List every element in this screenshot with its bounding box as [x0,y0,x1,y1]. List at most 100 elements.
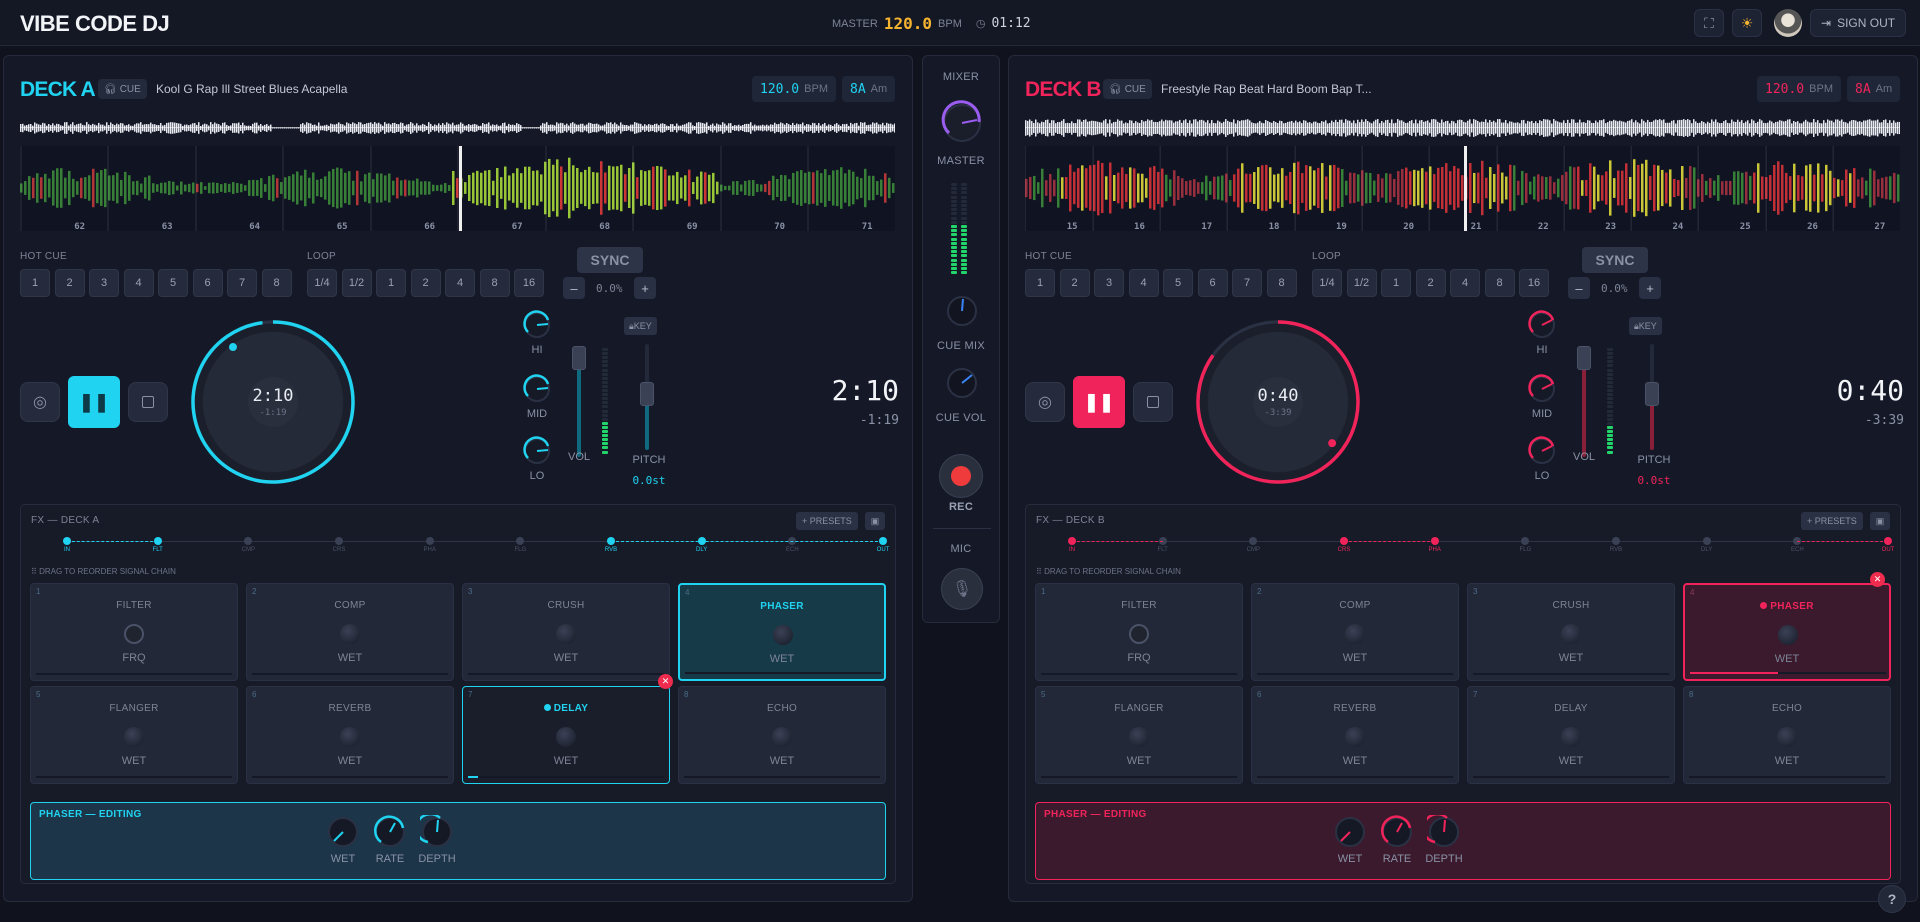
cue-vol-knob[interactable] [945,366,979,400]
deckA-fx-echo[interactable]: 8 ECHO WET [678,686,886,784]
deckA-fx-knob[interactable] [124,624,144,644]
deckA-main-waveform[interactable] [20,146,895,231]
deckA-fx-knob[interactable] [773,625,793,645]
deckB-hot-cue-4[interactable]: 4 [1128,269,1159,297]
sign-out-button[interactable]: ⇥ SIGN OUT [1810,9,1907,37]
master-knob[interactable] [939,100,985,146]
deckB-chain-node-rvb[interactable] [1612,537,1620,545]
deckB-fx-knob[interactable] [1561,727,1581,747]
deckA-volume-fader[interactable] [572,346,586,370]
deckB-fx-knob[interactable] [1777,727,1797,747]
deckB-fx-reverb[interactable]: 6 REVERB WET [1251,686,1459,784]
deckB-hot-cue-3[interactable]: 3 [1094,269,1124,297]
deckB-sync-button[interactable]: SYNC [1582,247,1648,273]
deckB-hot-cue-2[interactable]: 2 [1059,269,1090,297]
deckB-presets-button[interactable]: + PRESETS [1801,512,1863,530]
deckB-pitch-plus-button[interactable]: + [1639,277,1661,299]
deckA-hot-cue-1[interactable]: 1 [20,269,50,297]
deckB-pitch-minus-button[interactable]: – [1568,277,1590,299]
deckB-eq-mid-knob[interactable] [1527,374,1557,404]
deckB-chain-node-flg[interactable] [1521,537,1530,545]
deckB-fx-delay[interactable]: 7 DELAY WET [1467,686,1675,784]
deckA-presets-button[interactable]: + PRESETS [796,512,858,530]
deckB-fx-crush[interactable]: 3 CRUSH WET [1467,583,1675,681]
deckA-loop-5[interactable]: 8 [479,269,510,297]
deckB-volume-fader[interactable] [1577,346,1591,370]
deckA-hot-cue-2[interactable]: 2 [54,269,85,297]
deckB-fx-echo[interactable]: 8 ECHO WET [1683,686,1891,784]
deckB-save-preset-button[interactable]: ▣ [1870,512,1890,530]
deckA-hot-cue-8[interactable]: 8 [261,269,292,297]
deckA-edit-depth-knob[interactable] [420,815,454,849]
deckA-hot-cue-4[interactable]: 4 [123,269,154,297]
deckA-loop-2[interactable]: 1 [376,269,406,297]
deckA-fx-remove-button[interactable]: ✕ [658,674,673,689]
deckA-chain-node-cmp[interactable] [244,537,253,545]
deckB-loop-6[interactable]: 16 [1519,269,1549,297]
deckB-stop-button[interactable] [1133,382,1173,422]
deckA-overview-waveform[interactable] [20,118,895,138]
deckB-eq-hi-knob[interactable] [1527,310,1557,340]
deckA-platter[interactable]: 2:10 -1:19 [191,320,355,484]
deckA-play-pause-button[interactable]: ❚❚ [68,376,120,428]
mic-button[interactable]: 🎙︎ [941,568,983,610]
deckA-fx-comp[interactable]: 2 COMP WET [246,583,454,681]
deckA-fx-knob[interactable] [340,727,360,747]
deckA-cue-point-button[interactable]: ◎ [20,382,60,422]
deckB-fx-knob[interactable] [1129,727,1149,747]
fullscreen-button[interactable]: ⛶ [1694,9,1724,37]
deckB-cue-button[interactable]: 🎧︎ CUE [1103,79,1152,99]
deckA-chain-node-flg[interactable] [516,537,525,545]
deckB-main-waveform[interactable] [1025,146,1900,231]
deckB-play-pause-button[interactable]: ❚❚ [1073,376,1125,428]
deckA-chain-node-pha[interactable] [425,537,434,545]
deckB-hot-cue-5[interactable]: 5 [1163,269,1193,297]
deckB-fx-knob[interactable] [1561,624,1581,644]
deckA-hot-cue-6[interactable]: 6 [192,269,223,297]
deckA-eq-hi-knob[interactable] [522,310,552,340]
deckA-pitch-plus-button[interactable]: + [634,277,656,299]
deckB-fx-comp[interactable]: 2 COMP WET [1251,583,1459,681]
deckB-loop-1[interactable]: 1/2 [1346,269,1377,297]
deckA-fx-knob[interactable] [340,624,360,644]
deckB-hot-cue-7[interactable]: 7 [1232,269,1262,297]
deckA-edit-wet-knob[interactable] [326,815,360,849]
deckB-loop-4[interactable]: 4 [1450,269,1480,297]
deckA-fx-crush[interactable]: 3 CRUSH WET [462,583,670,681]
avatar[interactable] [1774,9,1802,37]
deckA-loop-4[interactable]: 4 [445,269,475,297]
deckA-chain-node-crs[interactable] [335,537,343,545]
deckB-fx-knob[interactable] [1778,625,1798,645]
deckA-fx-delay[interactable]: 7 DELAY WET [462,686,670,784]
deckA-fx-flanger[interactable]: 5 FLANGER WET [30,686,238,784]
deckB-edit-depth-knob[interactable] [1427,815,1461,849]
deckA-edit-rate-knob[interactable] [373,815,407,849]
deckA-cue-button[interactable]: 🎧︎ CUE [98,79,147,99]
rec-button[interactable] [939,454,983,498]
deckA-stop-button[interactable] [128,382,168,422]
deckB-hot-cue-6[interactable]: 6 [1197,269,1228,297]
deckB-fx-knob[interactable] [1345,727,1365,747]
help-button[interactable]: ? [1878,885,1906,913]
deckB-fx-knob[interactable] [1129,624,1149,644]
cue-mix-knob[interactable] [945,294,979,328]
deckB-fx-remove-button[interactable]: ✕ [1870,572,1885,587]
deckB-loop-0[interactable]: 1/4 [1312,269,1342,297]
deckA-fx-filter[interactable]: 1 FILTER FRQ [30,583,238,681]
deckB-pitch-fader[interactable] [1645,382,1659,406]
deckB-fx-phaser[interactable]: 4 PHASER WET [1683,583,1891,681]
deckA-save-preset-button[interactable]: ▣ [865,512,885,530]
deckB-fx-filter[interactable]: 1 FILTER FRQ [1035,583,1243,681]
deckB-cue-point-button[interactable]: ◎ [1025,382,1065,422]
deckA-loop-0[interactable]: 1/4 [307,269,337,297]
deckA-fx-knob[interactable] [124,727,144,747]
deckA-key-lock-button[interactable]: 🔒︎ KEY [624,317,657,335]
deckB-fx-flanger[interactable]: 5 FLANGER WET [1035,686,1243,784]
deckA-fx-phaser[interactable]: 4 PHASER WET [678,583,886,681]
deckA-loop-3[interactable]: 2 [410,269,441,297]
deckB-hot-cue-1[interactable]: 1 [1025,269,1055,297]
deckA-loop-6[interactable]: 16 [514,269,544,297]
deckA-fx-knob[interactable] [772,727,792,747]
deckB-eq-lo-knob[interactable] [1527,436,1557,466]
deckA-hot-cue-5[interactable]: 5 [158,269,188,297]
